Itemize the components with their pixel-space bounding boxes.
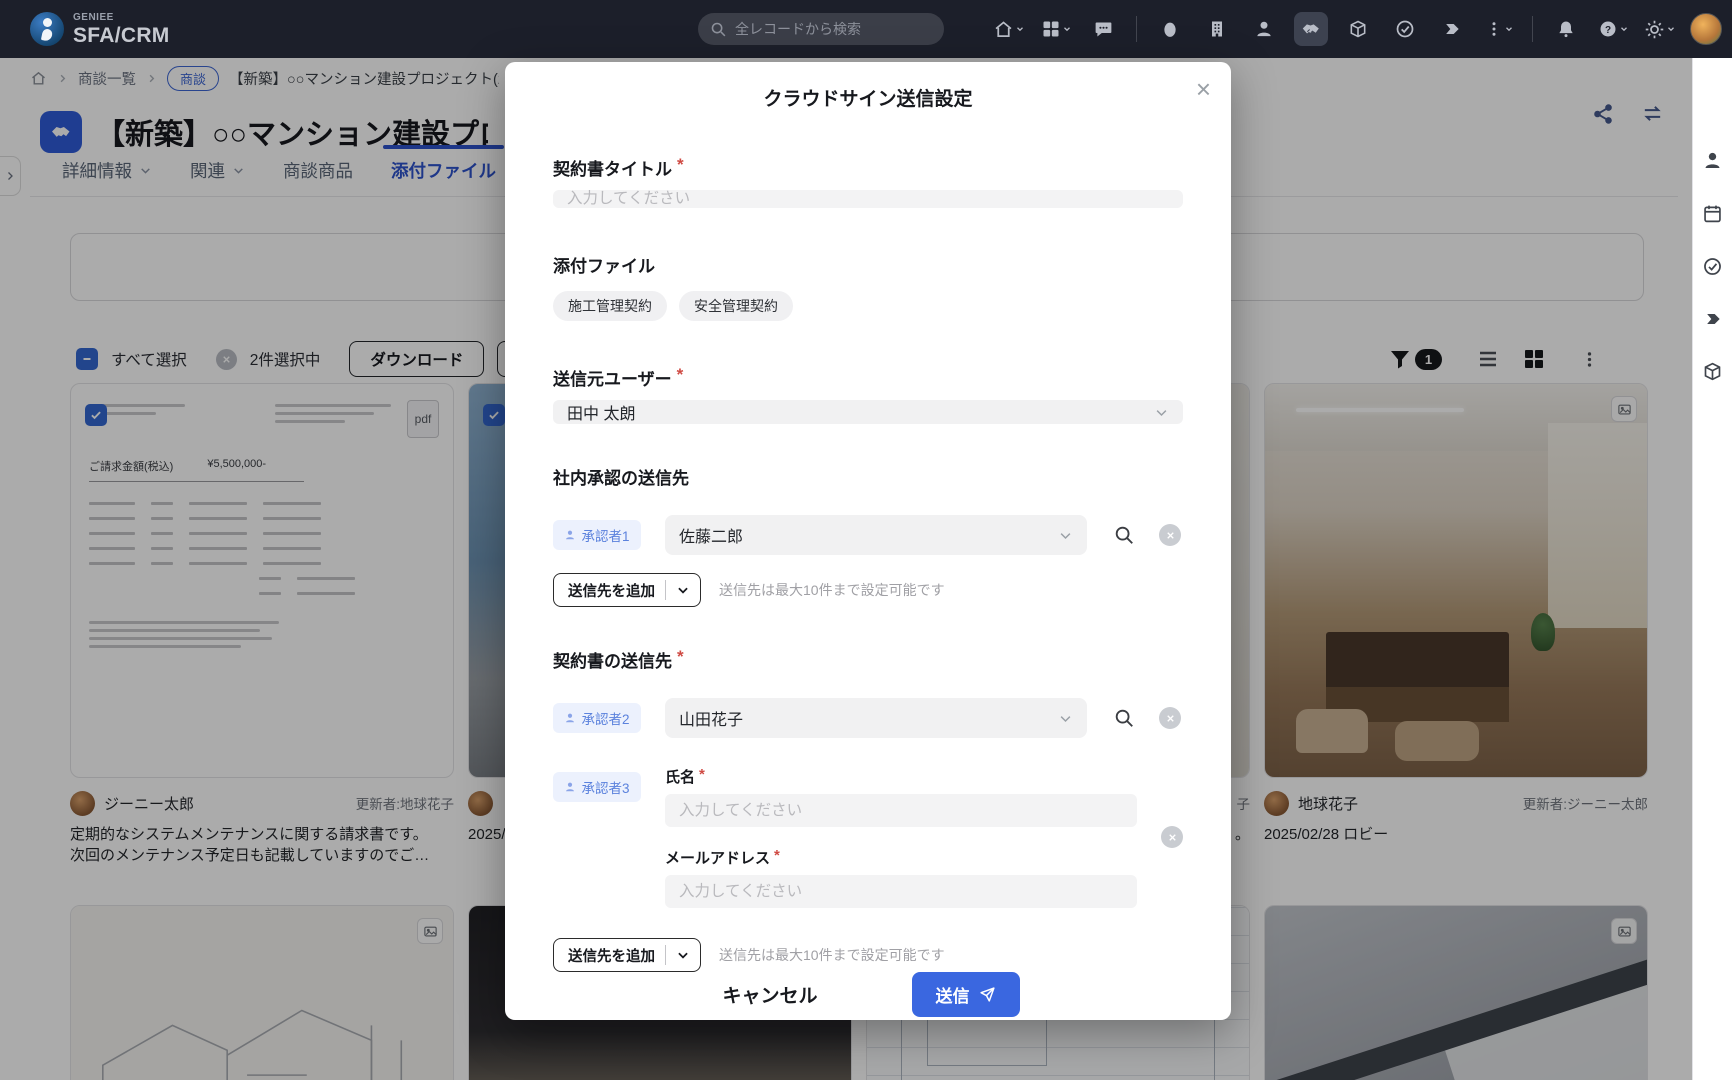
email-input[interactable] — [665, 875, 1137, 908]
paper-plane-icon — [979, 986, 996, 1003]
add-recipient-button[interactable]: 送信先を追加 — [553, 938, 701, 972]
search-icon — [710, 21, 727, 38]
navbar-divider — [1532, 16, 1533, 42]
deal-handshake-icon[interactable] — [1294, 12, 1328, 46]
name-label: 氏名 * — [665, 766, 705, 786]
approver1-row: 承認者1 佐藤二郎 — [553, 515, 1183, 555]
approver3-chip: 承認者3 — [553, 772, 641, 802]
geniee-logo-icon — [30, 12, 64, 46]
approver1-chip: 承認者1 — [553, 520, 641, 550]
brand-top: GENIEE — [73, 11, 114, 23]
cloudsign-send-modal: × クラウドサイン送信設定 契約書タイトル* 添付ファイル 施工管理契約 安全管… — [505, 62, 1231, 1020]
approver1-select[interactable]: 佐藤二郎 — [665, 515, 1087, 555]
brand-logo[interactable]: GENIEE SFA/CRM — [30, 12, 170, 46]
contract-title-label: 契約書タイトル * — [553, 155, 684, 179]
chevron-down-icon — [1154, 405, 1169, 420]
brand-name: SFA/CRM — [73, 23, 170, 47]
add-recipient-button[interactable]: 送信先を追加 — [553, 573, 701, 607]
attachment-chip[interactable]: 施工管理契約 — [553, 291, 667, 321]
product-box-icon[interactable] — [1341, 12, 1375, 46]
button-divider — [665, 580, 666, 600]
attachment-chips: 施工管理契約 安全管理契約 — [553, 291, 1183, 321]
calendar-panel-icon[interactable] — [1702, 203, 1723, 224]
remove-approver-icon[interactable] — [1159, 524, 1181, 546]
remove-approver-icon[interactable] — [1159, 707, 1181, 729]
chat-icon[interactable] — [1086, 12, 1120, 46]
modal-footer: キャンセル 送信 — [553, 972, 1183, 1033]
contact-panel-icon[interactable] — [1702, 150, 1723, 171]
attachment-chip[interactable]: 安全管理契約 — [679, 291, 793, 321]
person-icon — [564, 529, 576, 541]
send-button[interactable]: 送信 — [911, 972, 1020, 1017]
contract-recipients-label: 契約書の送信先 * — [553, 647, 684, 671]
email-label: メールアドレス * — [665, 847, 780, 867]
home-icon[interactable] — [992, 12, 1026, 46]
brand-text: GENIEE SFA/CRM — [73, 11, 170, 47]
navbar-divider — [1136, 16, 1137, 42]
sender-select[interactable]: 田中 太朗 — [553, 400, 1183, 424]
name-input[interactable] — [665, 794, 1137, 827]
close-icon[interactable]: × — [1192, 72, 1215, 106]
search-user-icon[interactable] — [1113, 707, 1135, 729]
chevron-down-icon — [1058, 711, 1073, 726]
quote-icon[interactable] — [1435, 12, 1469, 46]
apps-grid-icon[interactable] — [1039, 12, 1073, 46]
global-search-input[interactable]: 全レコードから検索 — [698, 13, 944, 45]
person-icon — [564, 712, 576, 724]
task-panel-icon[interactable] — [1702, 256, 1723, 277]
navbar-icons: ? — [992, 0, 1722, 58]
chevron-down-icon — [1058, 528, 1073, 543]
notification-bell-icon[interactable] — [1549, 12, 1583, 46]
approver2-chip: 承認者2 — [553, 703, 641, 733]
lead-icon[interactable] — [1153, 12, 1187, 46]
add-internal-recipient-row: 送信先を追加 送信先は最大10件まで設定可能です — [553, 573, 1183, 607]
app-window: GENIEE SFA/CRM 全レコードから検索 ? 商談一覧 商談 【新築】○… — [0, 0, 1732, 1080]
product-panel-icon[interactable] — [1702, 361, 1723, 382]
top-navbar: GENIEE SFA/CRM 全レコードから検索 ? — [0, 0, 1732, 58]
internal-approval-label: 社内承認の送信先 — [553, 469, 689, 488]
user-avatar[interactable] — [1690, 13, 1722, 45]
task-check-icon[interactable] — [1388, 12, 1422, 46]
recipient-limit-hint: 送信先は最大10件まで設定可能です — [719, 947, 945, 963]
quote-panel-icon[interactable] — [1703, 309, 1723, 329]
approver2-select[interactable]: 山田花子 — [665, 698, 1087, 738]
chevron-down-icon — [676, 948, 690, 962]
attachments-label: 添付ファイル — [553, 257, 655, 276]
approver2-row: 承認者2 山田花子 — [553, 698, 1183, 738]
button-divider — [665, 945, 666, 965]
more-menu-icon[interactable] — [1482, 12, 1516, 46]
contract-title-input[interactable] — [553, 190, 1183, 208]
svg-text:?: ? — [1604, 25, 1610, 36]
search-user-icon[interactable] — [1113, 524, 1135, 546]
search-placeholder: 全レコードから検索 — [735, 21, 861, 37]
company-icon[interactable] — [1200, 12, 1234, 46]
sender-label: 送信元ユーザー * — [553, 365, 684, 389]
settings-gear-icon[interactable] — [1643, 12, 1677, 46]
add-contract-recipient-row: 送信先を追加 送信先は最大10件まで設定可能です — [553, 938, 1183, 972]
remove-approver-icon[interactable] — [1161, 826, 1183, 848]
help-icon[interactable]: ? — [1596, 12, 1630, 46]
approver3-fields: 氏名* メールアドレス* — [665, 766, 1137, 908]
approver3-row: 承認者3 氏名* メールアドレス* — [553, 766, 1183, 908]
modal-title: クラウドサイン送信設定 — [763, 89, 973, 110]
contact-icon[interactable] — [1247, 12, 1281, 46]
person-icon — [564, 781, 576, 793]
chevron-down-icon — [676, 583, 690, 597]
cancel-button[interactable]: キャンセル — [716, 980, 823, 1009]
recipient-limit-hint: 送信先は最大10件まで設定可能です — [719, 582, 945, 598]
right-utility-rail — [1692, 58, 1732, 1080]
